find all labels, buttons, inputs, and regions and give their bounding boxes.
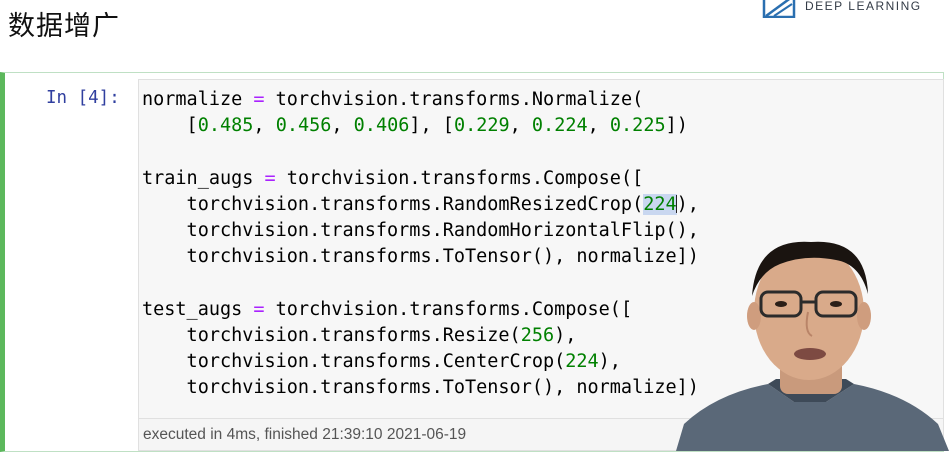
code-selected-number: 224 xyxy=(643,193,677,215)
code-number: 0.406 xyxy=(353,115,410,137)
code-text: torchvision.transforms.RandomResizedCrop… xyxy=(142,193,644,215)
book-logo-icon xyxy=(762,0,796,18)
code-text: test_augs xyxy=(142,298,254,320)
code-text: torchvision.transforms.ToTensor(), norma… xyxy=(142,246,699,268)
code-text: ], [ xyxy=(409,115,454,137)
code-text: ), xyxy=(598,350,621,372)
code-line: normalize = torchvision.transforms.Norma… xyxy=(142,87,699,113)
code-text: , xyxy=(509,115,532,137)
code-text: ), xyxy=(676,193,699,215)
code-line: [0.485, 0.456, 0.406], [0.229, 0.224, 0.… xyxy=(142,113,699,139)
code-text: ]) xyxy=(665,115,688,137)
brand-text: DEEP LEARNING xyxy=(805,0,922,13)
brand-logo: DEEP LEARNING xyxy=(762,0,922,18)
code-number: 0.229 xyxy=(453,115,510,137)
code-text: torchvision.transforms.ToTensor(), norma… xyxy=(142,377,699,399)
code-number: 224 xyxy=(565,350,599,372)
code-line: torchvision.transforms.RandomHorizontalF… xyxy=(142,218,699,244)
code-number: 0.485 xyxy=(197,115,254,137)
code-line: torchvision.transforms.RandomResizedCrop… xyxy=(142,192,699,218)
presenter-video-overlay xyxy=(676,241,949,451)
code-line: train_augs = torchvision.transforms.Comp… xyxy=(142,166,699,192)
code-text: , xyxy=(331,115,354,137)
execution-info-text: executed in 4ms, finished 21:39:10 2021-… xyxy=(143,426,467,443)
code-number: 256 xyxy=(520,324,555,346)
code-line: torchvision.transforms.Resize(256), xyxy=(142,323,699,349)
code-text: torchvision.transforms.Resize( xyxy=(142,324,521,346)
code-text: torchvision.transforms.CenterCrop( xyxy=(142,350,566,372)
code-text: , xyxy=(587,115,610,137)
code-operator: = xyxy=(253,298,265,320)
code-operator: = xyxy=(264,167,276,189)
code-editor[interactable]: normalize = torchvision.transforms.Norma… xyxy=(142,87,699,401)
code-text: normalize xyxy=(142,89,254,110)
code-text: torchvision.transforms.RandomHorizontalF… xyxy=(142,219,699,241)
code-line: torchvision.transforms.ToTensor(), norma… xyxy=(142,375,699,401)
code-number: 0.225 xyxy=(609,115,666,137)
code-operator: = xyxy=(253,89,265,110)
cell-prompt: In [4]: xyxy=(46,88,120,108)
code-text: ), xyxy=(554,324,577,346)
code-number: 0.456 xyxy=(275,115,332,137)
code-text: train_augs xyxy=(142,167,265,189)
code-text: torchvision.transforms.Compose([ xyxy=(275,167,644,189)
page-title: 数据增广 xyxy=(8,11,120,42)
code-line: torchvision.transforms.ToTensor(), norma… xyxy=(142,244,699,270)
code-text: , xyxy=(253,115,276,137)
code-line: test_augs = torchvision.transforms.Compo… xyxy=(142,297,699,323)
code-text: [ xyxy=(142,115,198,137)
code-text: torchvision.transforms.Normalize( xyxy=(264,89,644,110)
code-text: torchvision.transforms.Compose([ xyxy=(264,298,633,320)
code-number: 0.224 xyxy=(531,115,588,137)
code-line: torchvision.transforms.CenterCrop(224), xyxy=(142,349,699,375)
